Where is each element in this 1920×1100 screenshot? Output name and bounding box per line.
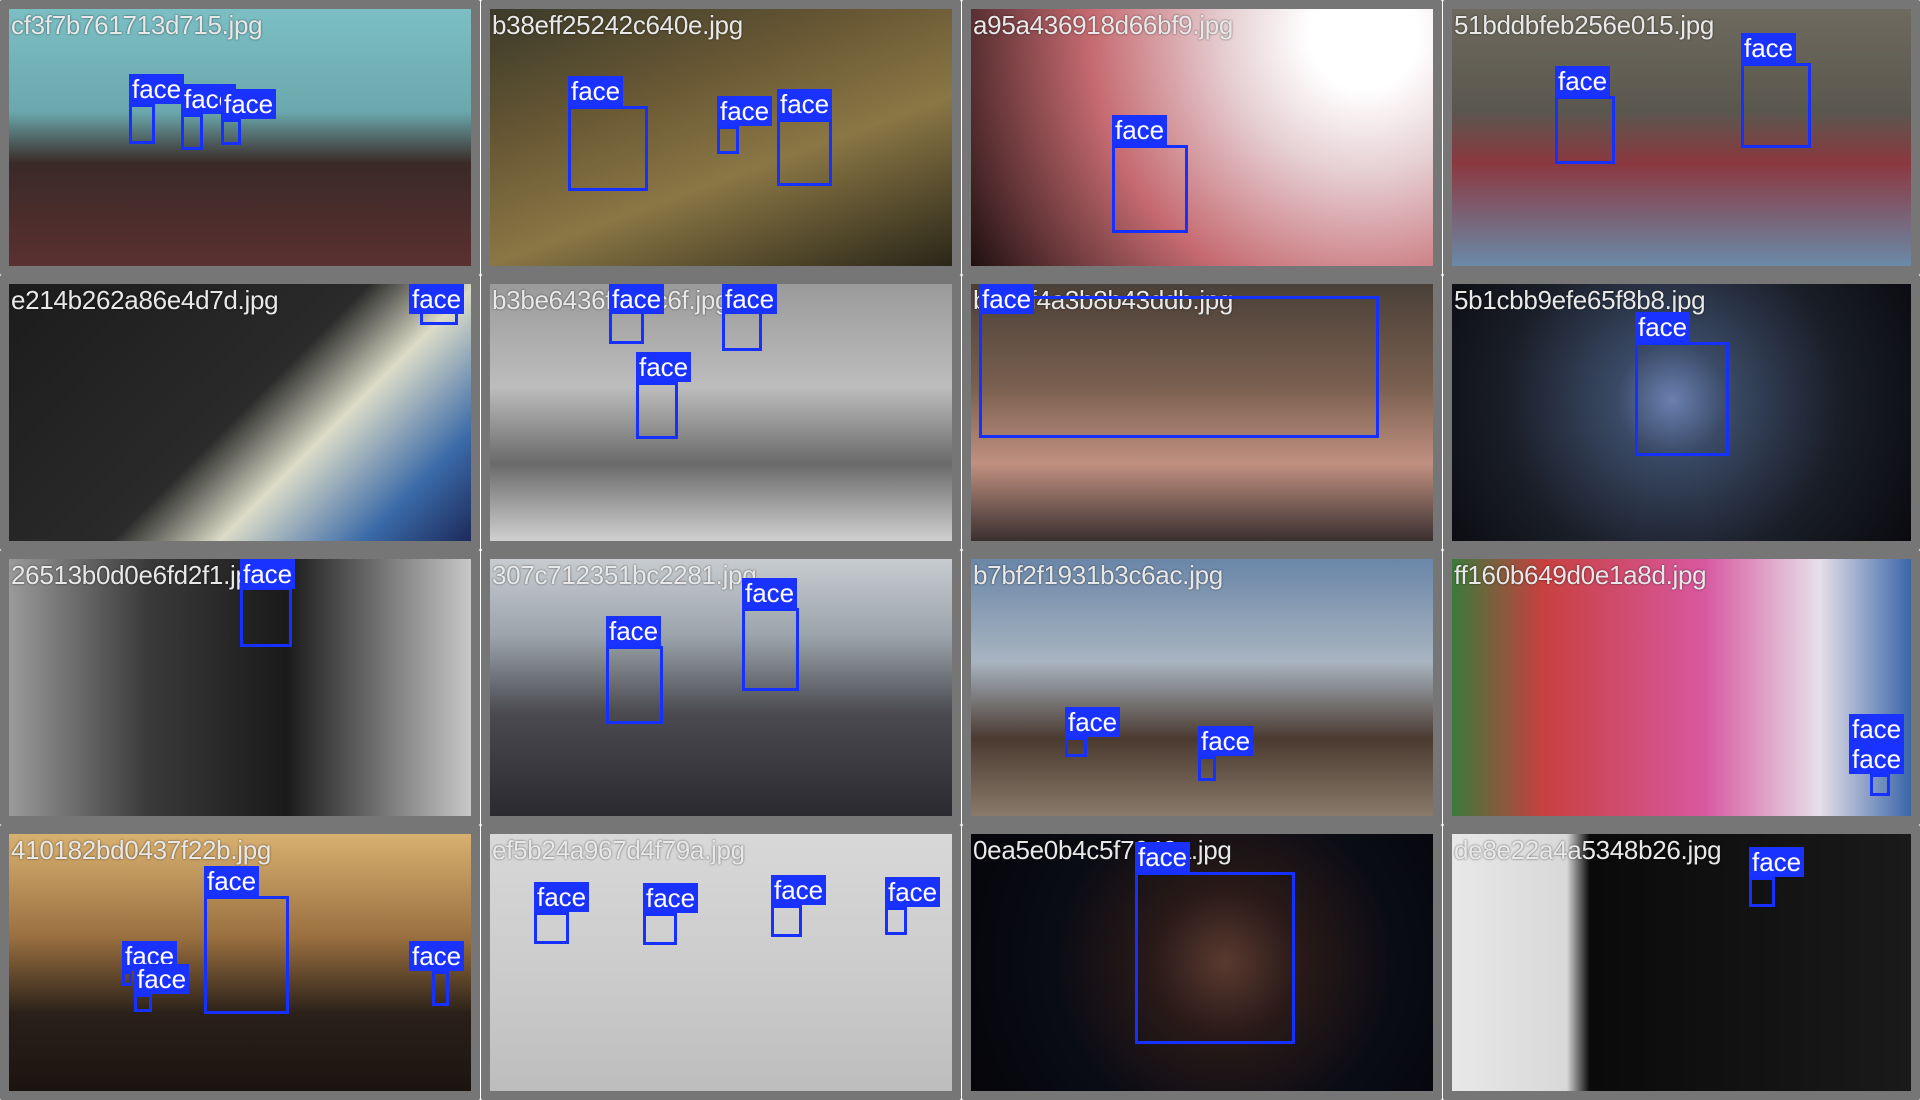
face-bounding-box <box>1741 63 1811 148</box>
detection-label: face <box>1849 714 1905 744</box>
face-bounding-box <box>643 913 677 945</box>
face-bounding-box <box>979 296 1379 438</box>
image-tile[interactable]: de8e22a4a5348b26.jpg face <box>1443 825 1920 1100</box>
face-bounding-box <box>742 608 799 691</box>
face-bounding-box <box>204 896 289 1014</box>
detection-grid: cf3f7b761713d715.jpg face face face b38eff25… <box>0 0 1920 1100</box>
face-bounding-box <box>534 912 569 944</box>
face-bounding-box <box>1135 872 1295 1044</box>
face-bounding-box <box>717 126 739 154</box>
face-bounding-box <box>606 646 663 724</box>
image-filename: 51bddbfeb256e015.jpg <box>1454 10 1715 40</box>
detection-label: face <box>1112 115 1168 145</box>
detection-label: face <box>1635 312 1691 342</box>
photo-thumbnail <box>1452 834 1911 1091</box>
photo-thumbnail <box>9 284 471 541</box>
photo-thumbnail <box>490 834 952 1091</box>
image-tile[interactable]: 5b1cbb9efe65f8b8.jpg face <box>1443 275 1920 550</box>
image-tile[interactable]: e214b262a86e4d7d.jpg face <box>0 275 480 550</box>
image-tile[interactable]: ef5b24a967d4f79a.jpg face face face face <box>481 825 961 1100</box>
face-bounding-box <box>885 907 907 935</box>
image-filename: de8e22a4a5348b26.jpg <box>1454 835 1722 865</box>
detection-label: face <box>1555 66 1611 96</box>
face-bounding-box <box>1635 342 1729 456</box>
detection-label: face <box>409 284 465 314</box>
photo-thumbnail <box>1452 559 1911 816</box>
face-bounding-box <box>1749 877 1775 907</box>
image-tile[interactable]: 26513b0d0e6fd2f1.jpg face <box>0 550 480 825</box>
face-bounding-box <box>221 119 241 145</box>
image-tile[interactable]: cf3f7b761713d715.jpg face face face <box>0 0 480 275</box>
detection-label: face <box>1849 744 1905 774</box>
face-bounding-box <box>1112 145 1188 233</box>
image-filename: 307c712351bc2281.jpg <box>492 560 757 590</box>
image-tile[interactable]: 51bddbfeb256e015.jpg face face <box>1443 0 1920 275</box>
image-filename: 26513b0d0e6fd2f1.jpg <box>11 560 264 590</box>
image-filename: 410182bd0437f22b.jpg <box>11 835 272 865</box>
detection-label: face <box>1198 726 1254 756</box>
detection-label: face <box>606 616 662 646</box>
detection-label: face <box>240 559 296 589</box>
image-filename: cf3f7b761713d715.jpg <box>11 10 263 40</box>
photo-thumbnail <box>971 9 1433 266</box>
detection-label: face <box>1749 847 1805 877</box>
detection-label: face <box>643 883 699 913</box>
image-tile[interactable]: b38eff25242c640e.jpg face face face <box>481 0 961 275</box>
image-filename: ff160b649d0e1a8d.jpg <box>1454 560 1707 590</box>
face-bounding-box <box>1555 96 1615 164</box>
image-tile[interactable]: 307c712351bc2281.jpg face face <box>481 550 961 825</box>
photo-thumbnail <box>490 559 952 816</box>
face-bounding-box <box>432 971 449 1006</box>
face-bounding-box <box>777 119 832 186</box>
image-filename: 0ea5e0b4c5f7042a.jpg <box>973 835 1232 865</box>
detection-label: face <box>1741 33 1797 63</box>
image-filename: ef5b24a967d4f79a.jpg <box>492 835 745 865</box>
face-bounding-box <box>636 382 678 439</box>
face-bounding-box <box>134 994 152 1012</box>
face-bounding-box <box>129 104 155 144</box>
detection-label: face <box>129 74 185 104</box>
face-bounding-box <box>771 905 802 937</box>
face-bounding-box <box>240 587 292 647</box>
image-tile[interactable]: 0ea5e0b4c5f7042a.jpg face <box>962 825 1442 1100</box>
detection-label: face <box>568 76 624 106</box>
detection-label: face <box>777 89 833 119</box>
detection-label: face <box>534 882 590 912</box>
image-tile[interactable]: ff160b649d0e1a8d.jpg face face <box>1443 550 1920 825</box>
detection-label: face <box>885 877 941 907</box>
detection-label: face <box>204 866 260 896</box>
face-bounding-box <box>1870 774 1890 796</box>
detection-label: face <box>979 284 1035 314</box>
image-filename: b7bf2f1931b3c6ac.jpg <box>973 560 1223 590</box>
image-tile[interactable]: b7bf2f1931b3c6ac.jpg face face <box>962 550 1442 825</box>
face-bounding-box <box>1065 737 1087 757</box>
detection-label: face <box>771 875 827 905</box>
image-tile[interactable]: a95a436918d66bf9.jpg face <box>962 0 1442 275</box>
detection-label: face <box>742 578 798 608</box>
photo-thumbnail <box>490 284 952 541</box>
detection-label: face <box>722 284 778 314</box>
detection-label: face <box>717 96 773 126</box>
image-tile[interactable]: 410182bd0437f22b.jpg face face face face <box>0 825 480 1100</box>
detection-label: face <box>409 941 465 971</box>
detection-label: face <box>609 284 665 314</box>
face-bounding-box <box>181 114 203 150</box>
face-bounding-box <box>122 971 132 986</box>
face-bounding-box <box>568 106 648 191</box>
photo-thumbnail <box>1452 9 1911 266</box>
image-tile[interactable]: b3be6436f968c6f.jpgfacefaceface <box>481 275 961 550</box>
detection-label: face <box>221 89 277 119</box>
image-filename: e214b262a86e4d7d.jpg <box>11 285 279 315</box>
image-filename: a95a436918d66bf9.jpg <box>973 10 1234 40</box>
detection-label: face <box>134 964 190 994</box>
image-tile[interactable]: b7a6f4a3b8b43ddb.jpg face <box>962 275 1442 550</box>
detection-label: face <box>1135 842 1191 872</box>
image-filename: b38eff25242c640e.jpg <box>492 10 743 40</box>
face-bounding-box <box>1198 756 1216 781</box>
detection-label: face <box>1065 707 1121 737</box>
detection-label: face <box>636 352 692 382</box>
